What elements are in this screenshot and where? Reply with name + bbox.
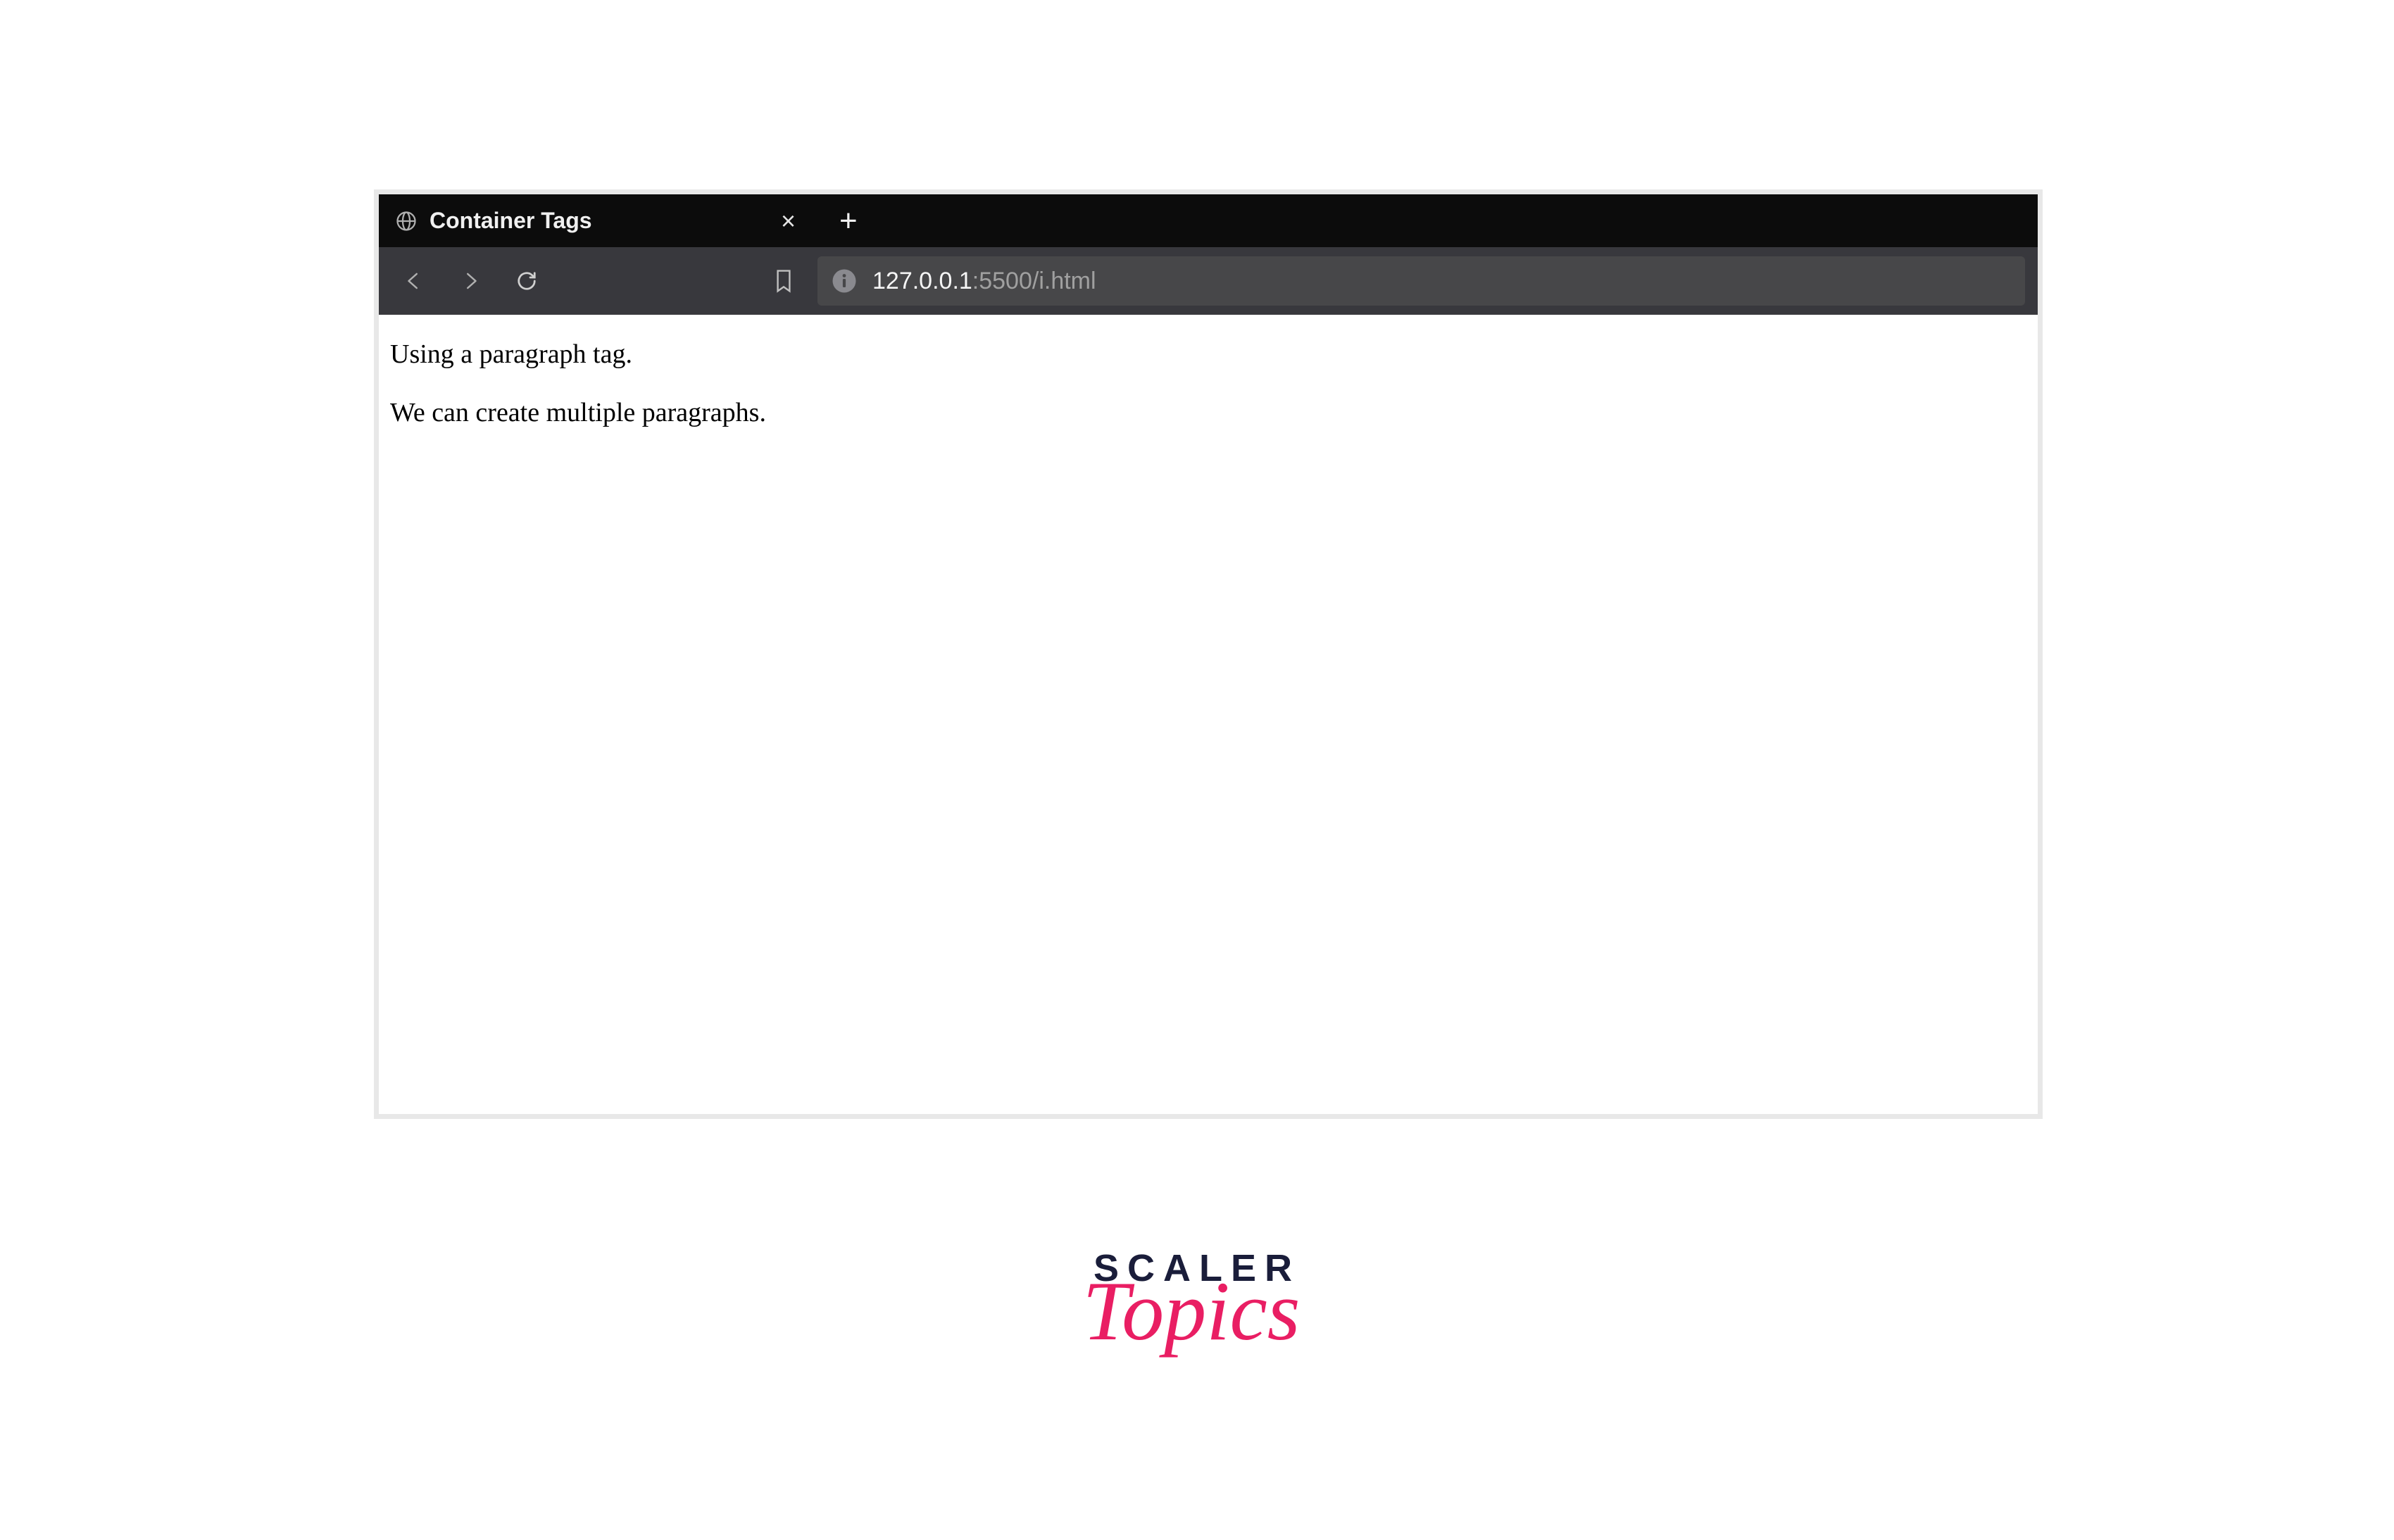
- paragraph-1: Using a paragraph tag.: [390, 337, 2026, 372]
- url-display: 127.0.0.1:5500/i.html: [872, 268, 1096, 295]
- watermark-line2: Topics: [1082, 1269, 1300, 1353]
- forward-button[interactable]: [448, 258, 493, 303]
- page-viewport: Using a paragraph tag. We can create mul…: [379, 315, 2038, 1114]
- globe-icon: [396, 211, 417, 232]
- browser-toolbar: 127.0.0.1:5500/i.html: [379, 247, 2038, 315]
- reload-button[interactable]: [504, 258, 549, 303]
- tab-strip: Container Tags × +: [379, 194, 2038, 247]
- browser-tab[interactable]: Container Tags ×: [379, 194, 815, 247]
- address-bar[interactable]: 127.0.0.1:5500/i.html: [817, 256, 2025, 306]
- info-icon: [832, 268, 857, 294]
- back-button[interactable]: [391, 258, 437, 303]
- url-host: 127.0.0.1: [872, 268, 972, 294]
- new-tab-button[interactable]: +: [835, 204, 862, 238]
- close-tab-button[interactable]: ×: [775, 206, 801, 237]
- url-path: :5500/i.html: [972, 268, 1096, 294]
- paragraph-2: We can create multiple paragraphs.: [390, 396, 2026, 430]
- scaler-watermark: SCALER Topics: [1088, 1246, 1305, 1353]
- tab-title: Container Tags: [430, 208, 775, 234]
- browser-window: Container Tags × +: [374, 189, 2043, 1119]
- bookmark-button[interactable]: [764, 261, 803, 301]
